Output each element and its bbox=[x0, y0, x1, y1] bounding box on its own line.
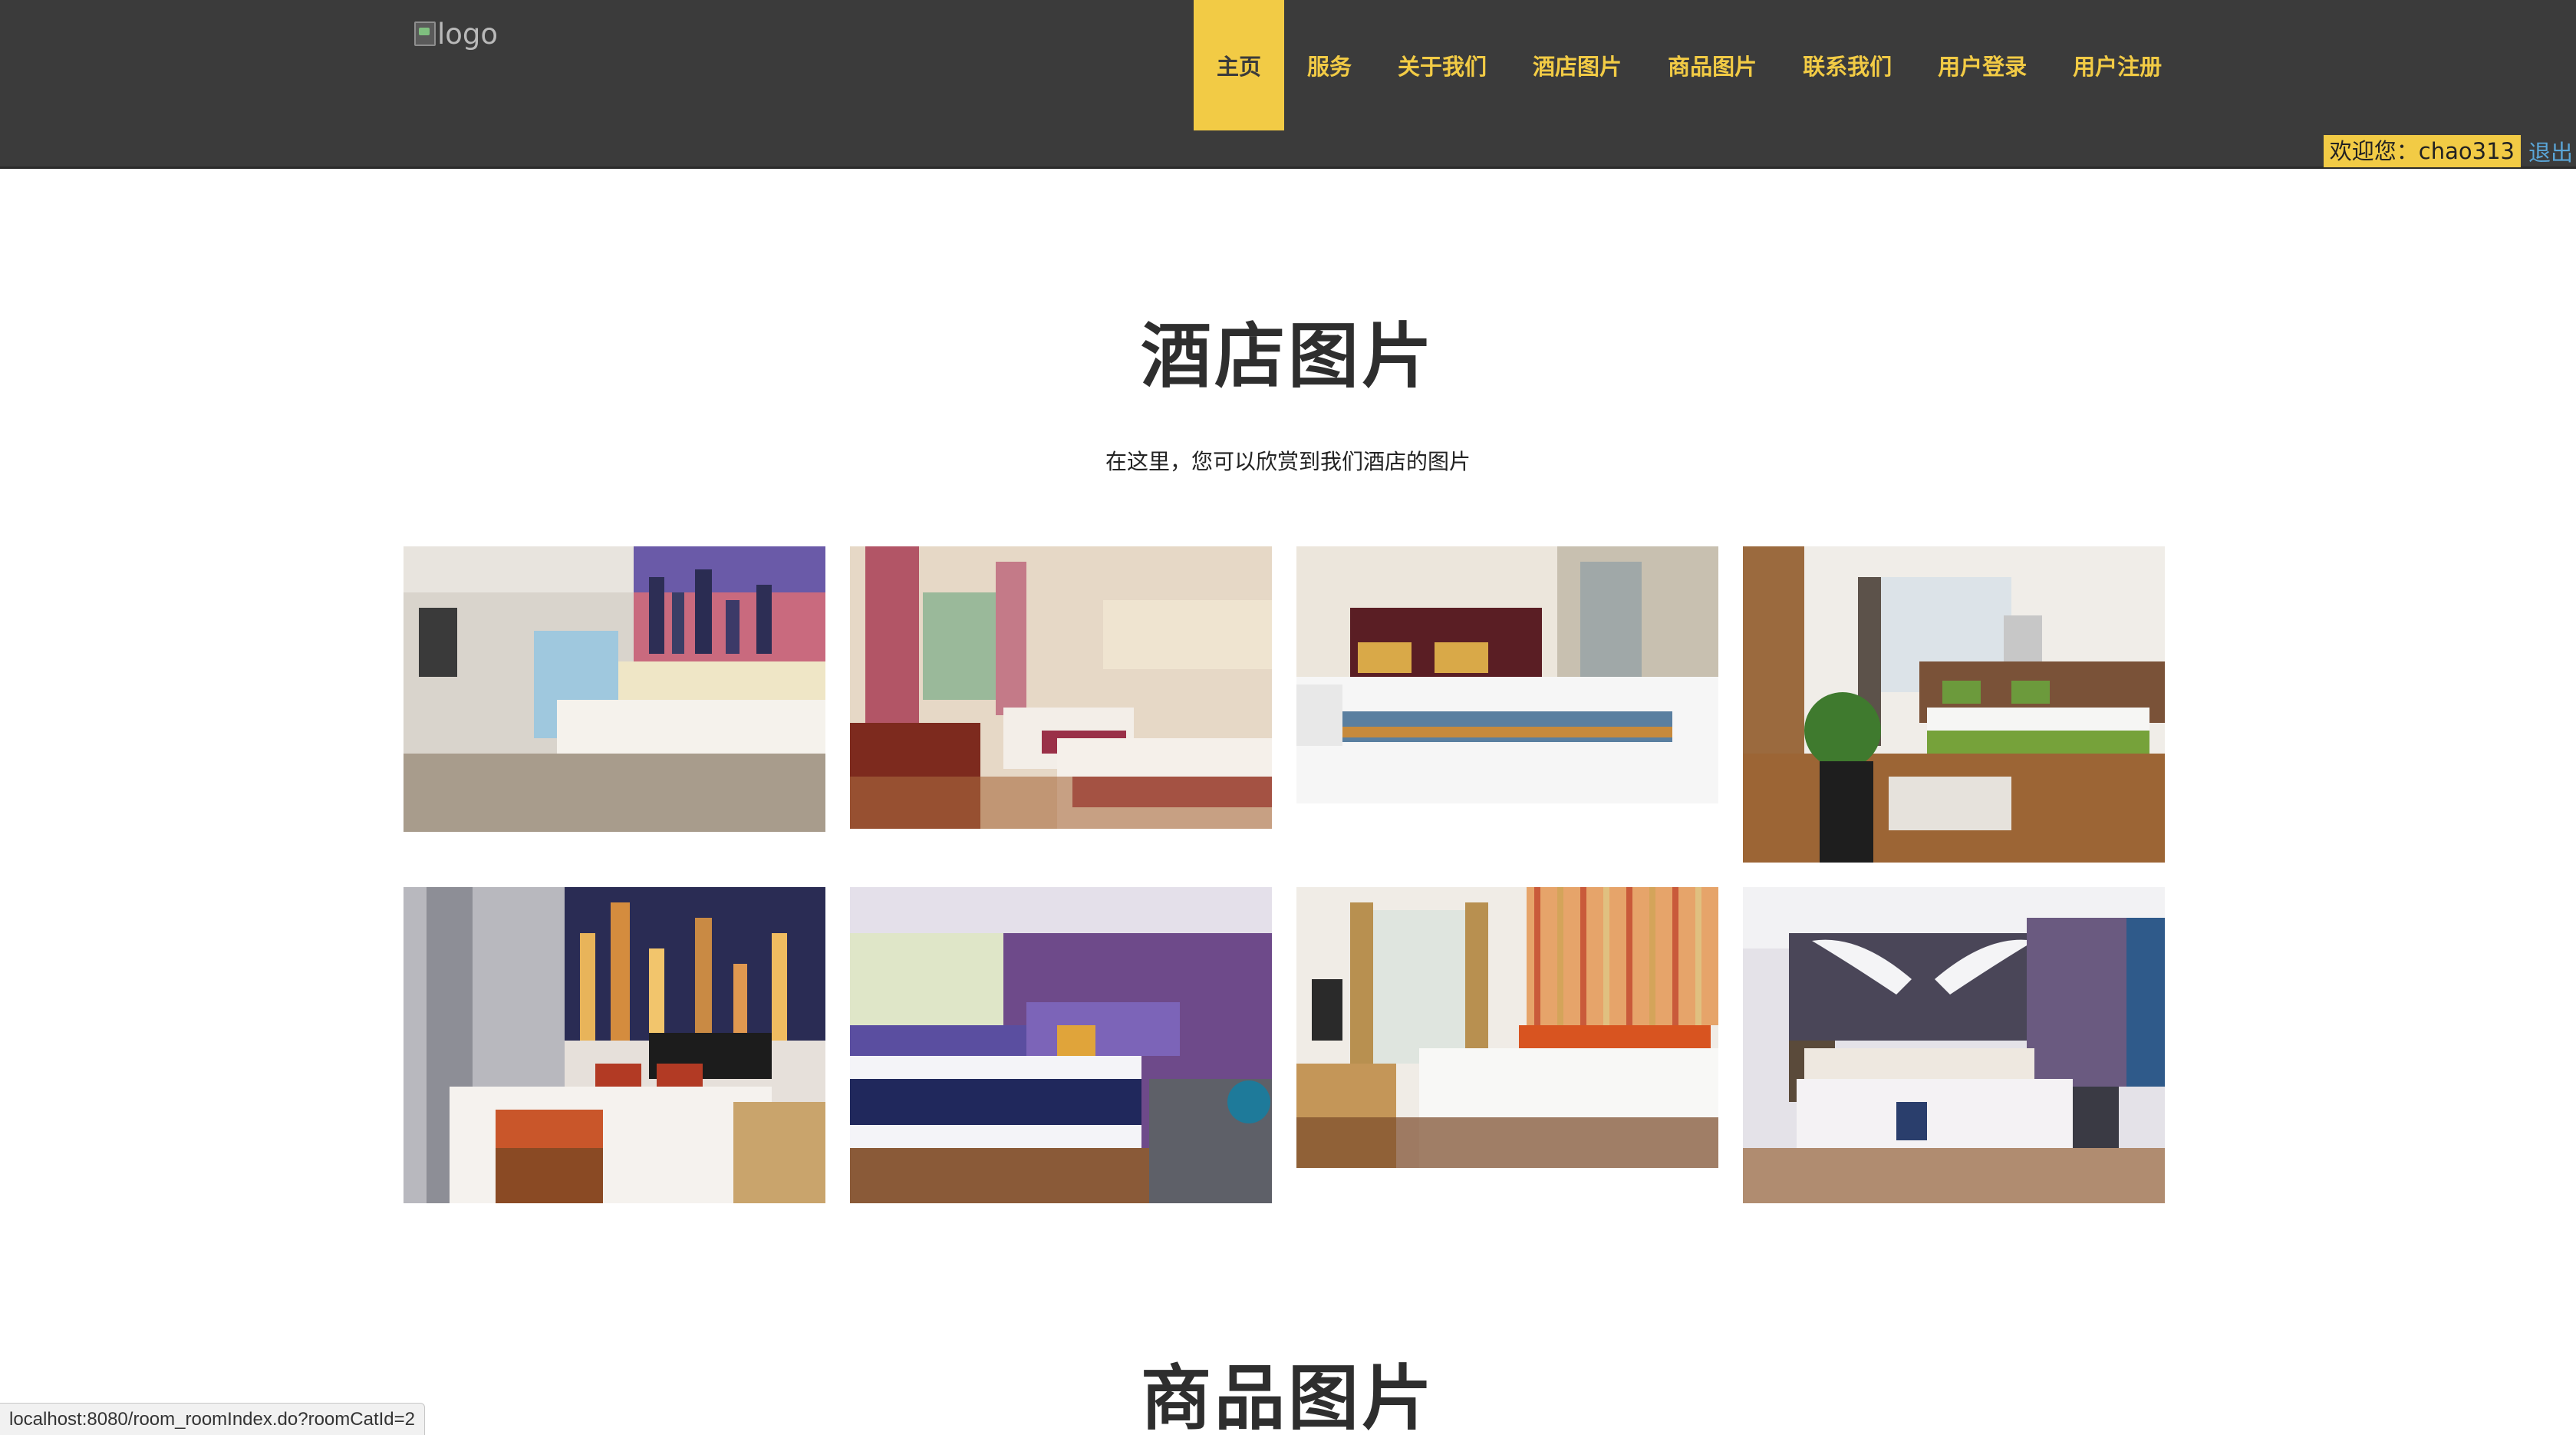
hotel-room-photo[interactable] bbox=[1743, 546, 2165, 863]
hotel-room-photo[interactable] bbox=[1296, 546, 1718, 803]
room-image bbox=[1296, 887, 1718, 1168]
nav-item-hotel-pictures[interactable]: 酒店图片 bbox=[1510, 0, 1645, 130]
room-image bbox=[1743, 546, 2165, 863]
user-bar: 欢迎您：chao313 退出 bbox=[2323, 135, 2576, 167]
nav-item-register[interactable]: 用户注册 bbox=[2050, 0, 2185, 130]
browser-status-bar: localhost:8080/room_roomIndex.do?roomCat… bbox=[0, 1403, 425, 1435]
hotel-room-photo[interactable] bbox=[404, 887, 825, 1203]
main-nav: 主页 服务 关于我们 酒店图片 商品图片 联系我们 用户登录 用户注册 bbox=[1194, 0, 2185, 130]
logout-link[interactable]: 退出 bbox=[2528, 135, 2576, 167]
nav-item-login[interactable]: 用户登录 bbox=[1915, 0, 2050, 130]
room-image bbox=[1743, 887, 2165, 1203]
room-image bbox=[404, 887, 825, 1203]
hotel-room-photo[interactable] bbox=[404, 546, 825, 832]
hotel-room-photo[interactable] bbox=[850, 887, 1272, 1203]
nav-item-contact[interactable]: 联系我们 bbox=[1780, 0, 1915, 130]
room-image bbox=[850, 546, 1272, 829]
nav-item-about[interactable]: 关于我们 bbox=[1375, 0, 1510, 130]
room-image bbox=[1296, 546, 1718, 803]
nav-item-services[interactable]: 服务 bbox=[1284, 0, 1375, 130]
nav-item-goods-pictures[interactable]: 商品图片 bbox=[1645, 0, 1780, 130]
hotel-room-photo[interactable] bbox=[1743, 887, 2165, 1203]
room-image bbox=[404, 546, 825, 832]
hotel-room-photo[interactable] bbox=[1296, 887, 1718, 1168]
logo-alt-text: logo bbox=[437, 17, 499, 51]
site-header: logo 主页 服务 关于我们 酒店图片 商品图片 联系我们 用户登录 用户注册… bbox=[0, 0, 2576, 169]
hotel-room-photo[interactable] bbox=[850, 546, 1272, 829]
hotel-section-title: 酒店图片 bbox=[1140, 315, 1435, 398]
hotel-section-subtitle: 在这里，您可以欣赏到我们酒店的图片 bbox=[1105, 449, 1471, 474]
page: logo 主页 服务 关于我们 酒店图片 商品图片 联系我们 用户登录 用户注册… bbox=[0, 0, 2576, 1435]
room-image bbox=[850, 887, 1272, 1203]
logo[interactable]: logo bbox=[414, 17, 498, 51]
broken-image-icon bbox=[414, 21, 436, 46]
welcome-text: 欢迎您：chao313 bbox=[2323, 135, 2521, 167]
nav-item-home[interactable]: 主页 bbox=[1194, 0, 1285, 130]
